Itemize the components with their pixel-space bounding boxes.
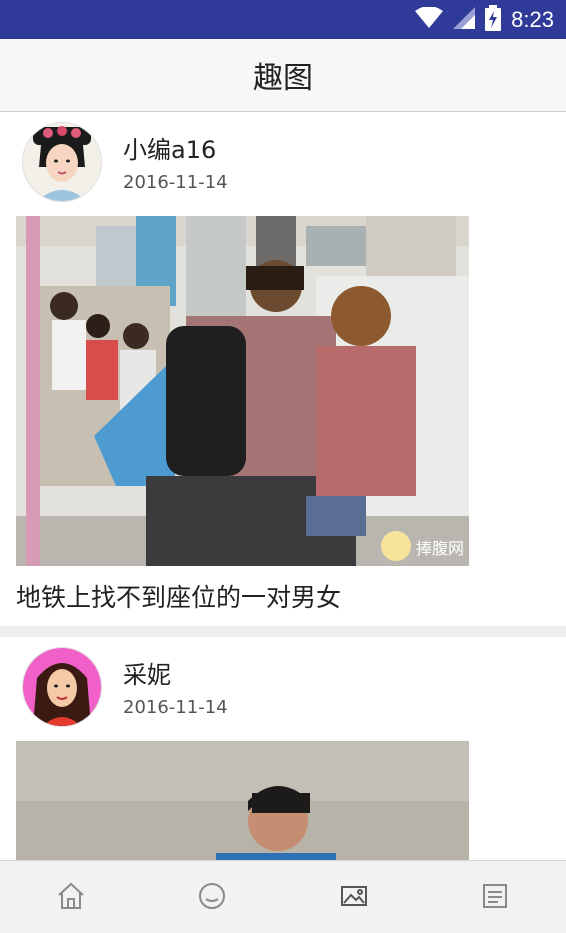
list-icon [480, 881, 510, 915]
signal-icon [453, 6, 476, 33]
clock: 8:23 [511, 6, 554, 32]
chat-icon [197, 881, 227, 915]
nav-home[interactable] [41, 868, 101, 928]
post-image[interactable] [16, 741, 469, 860]
feed-post[interactable]: 采妮 2016-11-14 [0, 637, 566, 860]
feed-post[interactable]: 小编a16 2016-11-14 捧腹网 地铁上找不到座位的一对男女 [0, 112, 566, 626]
wifi-icon [415, 5, 444, 33]
nav-chat[interactable] [182, 868, 242, 928]
image-watermark: 捧腹网 [416, 539, 464, 558]
post-author[interactable]: 采妮 [123, 655, 171, 690]
avatar[interactable] [22, 122, 102, 202]
battery-charging-icon [485, 4, 502, 35]
nav-pictures[interactable] [324, 868, 384, 928]
feed-list[interactable]: 小编a16 2016-11-14 捧腹网 地铁上找不到座位的一对男女 采妮 20… [0, 112, 566, 860]
bottom-navigation [0, 860, 566, 933]
app-screen: 8:23 趣图 小编a16 2016-11-14 捧腹网 地铁上找不到座位的一对… [0, 0, 566, 933]
avatar[interactable] [22, 647, 102, 727]
post-divider [0, 626, 566, 637]
title-bar: 趣图 [0, 39, 566, 112]
post-image[interactable]: 捧腹网 [16, 216, 469, 566]
image-icon [339, 881, 369, 915]
home-icon [56, 881, 86, 915]
page-title: 趣图 [253, 61, 313, 96]
post-date: 2016-11-14 [123, 172, 228, 193]
post-caption[interactable]: 地铁上找不到座位的一对男女 [16, 578, 341, 614]
post-date: 2016-11-14 [123, 697, 228, 718]
status-icons: 8:23 [415, 0, 554, 39]
nav-articles[interactable] [465, 868, 525, 928]
status-bar: 8:23 [0, 0, 566, 39]
post-author[interactable]: 小编a16 [123, 130, 216, 165]
